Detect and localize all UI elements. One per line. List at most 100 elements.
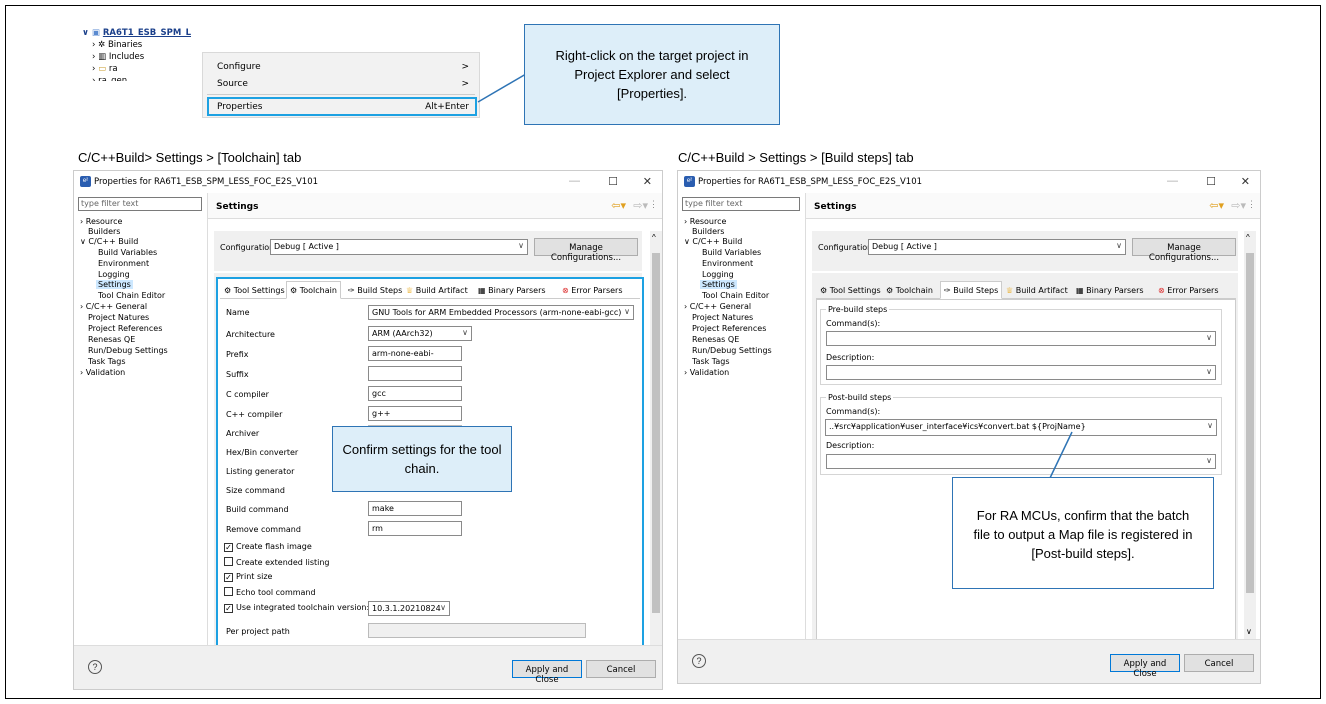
pre-description-select[interactable]: ∨ — [826, 365, 1216, 380]
tree-item-includes[interactable]: › ▥ Includes — [92, 52, 144, 62]
chevron-down-icon[interactable]: ∨ — [1246, 627, 1252, 636]
checkbox-integrated-toolchain[interactable]: ✓ Use integrated toolchain version: — [224, 603, 369, 613]
more-icon[interactable]: ⋮ — [649, 199, 658, 210]
nav-cpp-build[interactable]: ∨ C/C++ Build — [684, 237, 742, 246]
scrollbar-thumb[interactable] — [652, 253, 660, 613]
checkbox-echo-tool[interactable]: Echo tool command — [224, 587, 316, 597]
nav-build-variables[interactable]: Build Variables — [98, 248, 157, 257]
nav-project-natures[interactable]: Project Natures — [88, 313, 149, 322]
help-icon[interactable]: ? — [88, 660, 102, 674]
nav-project-references[interactable]: Project References — [88, 324, 162, 333]
manage-configurations-button[interactable]: Manage Configurations... — [1132, 238, 1236, 263]
nav-settings[interactable]: Settings — [96, 280, 133, 289]
filter-input[interactable]: type filter text — [78, 197, 202, 211]
nav-validation[interactable]: › Validation — [684, 368, 729, 377]
apply-and-close-button[interactable]: Apply and Close — [512, 660, 582, 685]
vertical-scrollbar[interactable]: ^ ∨ — [650, 231, 662, 671]
suffix-input[interactable] — [368, 366, 462, 381]
tab-build-steps[interactable]: ✑ Build Steps — [344, 281, 406, 299]
forward-arrow-icon[interactable]: ⇨▾ — [633, 199, 648, 212]
close-icon[interactable]: ✕ — [1241, 175, 1250, 188]
menu-item-source[interactable]: Source > — [203, 76, 479, 93]
nav-renesas-qe[interactable]: Renesas QE — [88, 335, 135, 344]
post-command-select[interactable]: ..¥src¥application¥user_interface¥ics¥co… — [825, 419, 1217, 436]
config-select[interactable]: Debug [ Active ] ∨ — [270, 239, 528, 255]
tree-item-binaries[interactable]: › ✲ Binaries — [92, 40, 142, 50]
nav-cpp-general[interactable]: › C/C++ General — [80, 302, 147, 311]
nav-renesas-qe[interactable]: Renesas QE — [692, 335, 739, 344]
manage-configurations-button[interactable]: Manage Configurations... — [534, 238, 638, 263]
tree-project-item[interactable]: ∨ ▣ RA6T1_ESB_SPM_L — [82, 28, 191, 38]
nav-task-tags[interactable]: Task Tags — [692, 357, 730, 366]
nav-builders[interactable]: Builders — [88, 227, 120, 236]
tab-toolchain[interactable]: ⚙ Toolchain — [882, 281, 937, 299]
nav-run-debug[interactable]: Run/Debug Settings — [88, 346, 168, 355]
nav-task-tags[interactable]: Task Tags — [88, 357, 126, 366]
c-compiler-input[interactable]: gcc — [368, 386, 462, 401]
nav-cpp-build[interactable]: ∨ C/C++ Build — [80, 237, 138, 246]
nav-resource[interactable]: › Resource — [80, 217, 122, 226]
nav-environment[interactable]: Environment — [702, 259, 753, 268]
tab-tool-settings[interactable]: ⚙ Tool Settings — [220, 281, 289, 299]
back-arrow-icon[interactable]: ⇦▾ — [611, 199, 626, 212]
scrollbar-thumb[interactable] — [1246, 253, 1254, 593]
tab-binary-parsers[interactable]: ▦ Binary Parsers — [1072, 281, 1148, 299]
cancel-button[interactable]: Cancel — [586, 660, 656, 678]
nav-builders[interactable]: Builders — [692, 227, 724, 236]
tab-error-parsers[interactable]: ⊗ Error Parsers — [1154, 281, 1223, 299]
build-command-input[interactable]: make — [368, 501, 462, 516]
minimize-icon[interactable]: — — [1167, 175, 1178, 187]
tab-build-steps[interactable]: ✑ Build Steps — [940, 281, 1003, 299]
tab-binary-parsers[interactable]: ▦ Binary Parsers — [474, 281, 550, 299]
cancel-button[interactable]: Cancel — [1184, 654, 1254, 672]
more-icon[interactable]: ⋮ — [1247, 199, 1256, 210]
checkbox-create-flash[interactable]: ✓ Create flash image — [224, 542, 312, 552]
tab-toolchain[interactable]: ⚙ Toolchain — [286, 281, 341, 299]
pre-command-select[interactable]: ∨ — [826, 331, 1216, 346]
prefix-input[interactable]: arm-none-eabi- — [368, 346, 462, 361]
toolchain-version-select[interactable]: 10.3.1.20210824 ∨ — [368, 601, 450, 616]
nav-build-variables[interactable]: Build Variables — [702, 248, 761, 257]
nav-logging[interactable]: Logging — [98, 270, 130, 279]
filter-input[interactable]: type filter text — [682, 197, 800, 211]
menu-item-properties[interactable]: Properties Alt+Enter — [207, 97, 477, 116]
nav-environment[interactable]: Environment — [98, 259, 149, 268]
tab-error-parsers[interactable]: ⊗ Error Parsers — [558, 281, 627, 299]
nav-project-natures[interactable]: Project Natures — [692, 313, 753, 322]
remove-command-input[interactable]: rm — [368, 521, 462, 536]
name-select[interactable]: GNU Tools for ARM Embedded Processors (a… — [368, 305, 634, 320]
cpp-compiler-input[interactable]: g++ — [368, 406, 462, 421]
tree-item-ra[interactable]: › ▭ ra — [92, 64, 118, 74]
nav-project-references[interactable]: Project References — [692, 324, 766, 333]
per-project-path-input[interactable] — [368, 623, 586, 638]
nav-settings[interactable]: Settings — [700, 280, 737, 289]
vertical-scrollbar[interactable]: ^ ∨ — [1244, 231, 1256, 641]
nav-tool-chain-editor[interactable]: Tool Chain Editor — [702, 291, 769, 300]
chevron-up-icon[interactable]: ^ — [652, 233, 656, 242]
maximize-icon[interactable]: ☐ — [608, 175, 618, 188]
architecture-select[interactable]: ARM (AArch32) ∨ — [368, 326, 472, 341]
tab-build-artifact[interactable]: ♕ Build Artifact — [402, 281, 472, 299]
post-description-select[interactable]: ∨ — [826, 454, 1216, 469]
nav-logging[interactable]: Logging — [702, 270, 734, 279]
back-arrow-icon[interactable]: ⇦▾ — [1209, 199, 1224, 212]
forward-arrow-icon[interactable]: ⇨▾ — [1231, 199, 1246, 212]
minimize-icon[interactable]: — — [569, 175, 580, 187]
nav-resource[interactable]: › Resource — [684, 217, 726, 226]
menu-item-configure[interactable]: Configure > — [203, 59, 479, 76]
chevron-up-icon[interactable]: ^ — [1246, 233, 1250, 242]
nav-run-debug[interactable]: Run/Debug Settings — [692, 346, 772, 355]
tab-tool-settings[interactable]: ⚙ Tool Settings — [816, 281, 885, 299]
tree-item-ra-gen[interactable]: › ra_gen — [92, 76, 127, 81]
checkbox-print-size[interactable]: ✓ Print size — [224, 572, 272, 582]
tab-build-artifact[interactable]: ♕ Build Artifact — [1002, 281, 1072, 299]
nav-validation[interactable]: › Validation — [80, 368, 125, 377]
nav-cpp-general[interactable]: › C/C++ General — [684, 302, 751, 311]
help-icon[interactable]: ? — [692, 654, 706, 668]
nav-tool-chain-editor[interactable]: Tool Chain Editor — [98, 291, 165, 300]
maximize-icon[interactable]: ☐ — [1206, 175, 1216, 188]
config-select[interactable]: Debug [ Active ] ∨ — [868, 239, 1126, 255]
close-icon[interactable]: ✕ — [643, 175, 652, 188]
apply-and-close-button[interactable]: Apply and Close — [1110, 654, 1180, 679]
checkbox-extended-listing[interactable]: Create extended listing — [224, 557, 330, 567]
